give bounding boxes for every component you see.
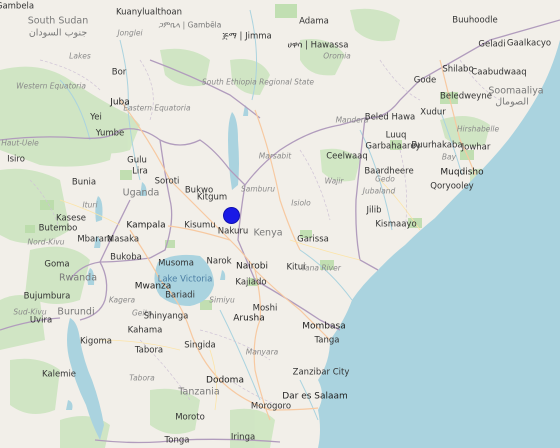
location-marker[interactable] bbox=[224, 208, 239, 223]
map-base-layer bbox=[0, 0, 560, 448]
map-canvas[interactable]: South Sudan جنوب السودان Uganda Kenya Rw… bbox=[0, 0, 560, 448]
lake-victoria bbox=[154, 254, 214, 306]
